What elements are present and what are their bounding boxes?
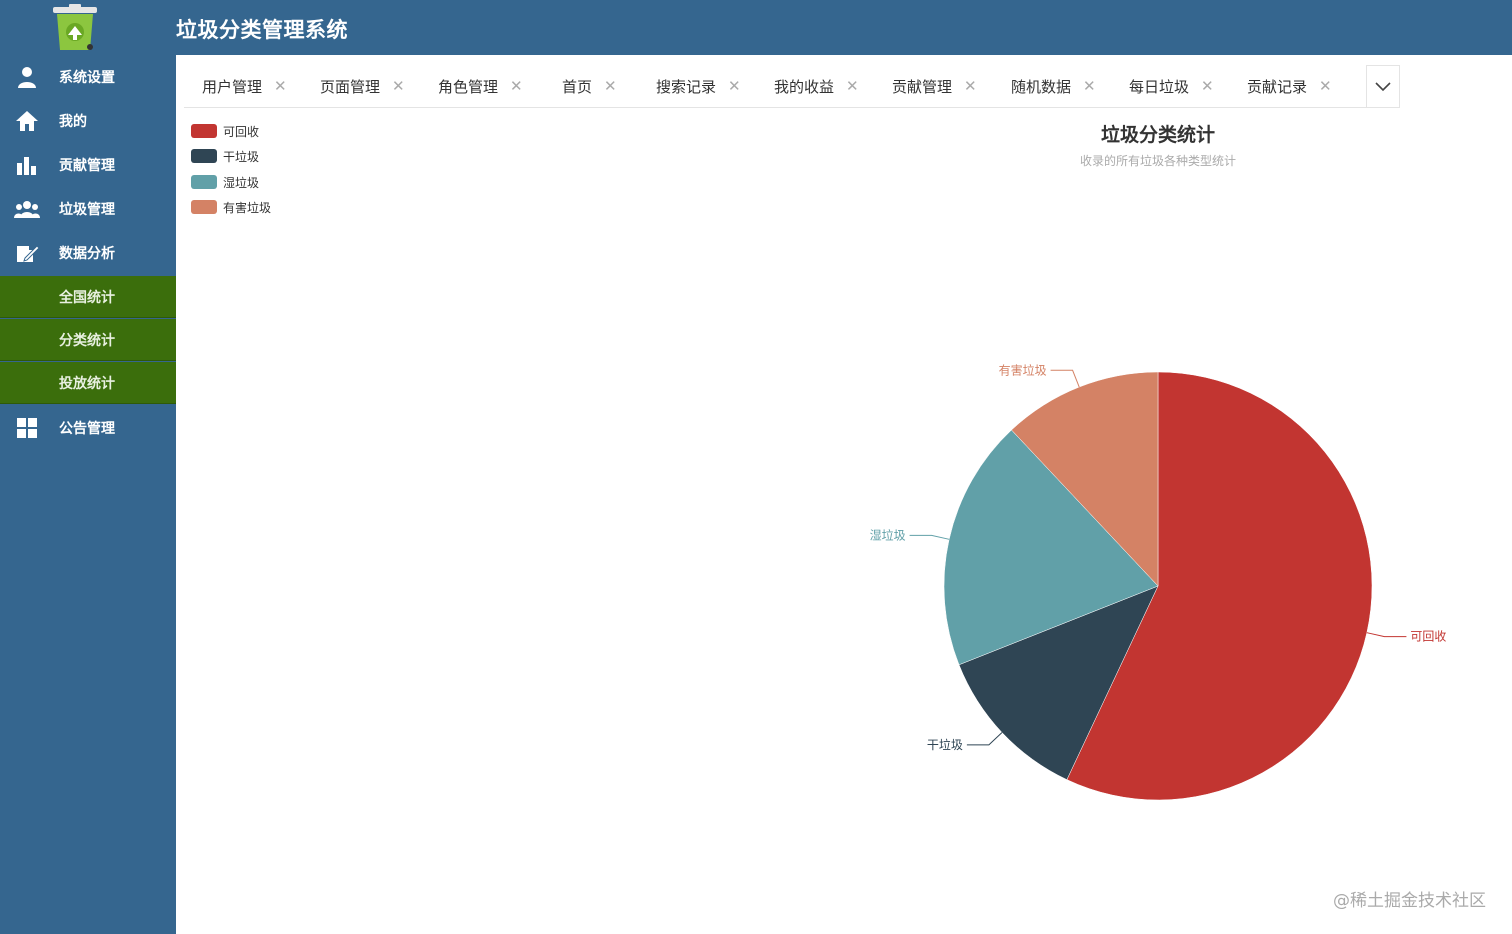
- user-icon: [14, 64, 40, 90]
- sidebar-subitem-category-stats[interactable]: 分类统计: [0, 319, 176, 361]
- pie-label-recyclable: 可回收: [1410, 630, 1446, 644]
- trash-can-logo-icon: [50, 4, 100, 52]
- tab-label: 搜索记录: [656, 77, 717, 96]
- chevron-down-icon: [1375, 77, 1391, 96]
- sidebar-item-system-settings[interactable]: 系统设置: [0, 55, 176, 99]
- tab-home[interactable]: 首页 ✕: [562, 64, 617, 108]
- pie-leader-line: [909, 534, 950, 540]
- pie-label-wet: 湿垃圾: [870, 527, 906, 542]
- grid-icon: [14, 415, 40, 441]
- pie-leader-line: [1366, 632, 1407, 638]
- close-icon[interactable]: ✕: [274, 77, 287, 95]
- tab-user-management[interactable]: 用户管理 ✕: [202, 64, 287, 108]
- close-icon[interactable]: ✕: [604, 77, 617, 95]
- home-icon: [14, 108, 40, 134]
- tab-bar: 用户管理 ✕ 页面管理 ✕ 角色管理 ✕ 首页 ✕ 搜索记录 ✕ 我的收益 ✕ …: [184, 64, 1400, 108]
- tab-label: 首页: [562, 77, 593, 96]
- tab-label: 贡献记录: [1247, 77, 1308, 96]
- bar-chart-icon: [14, 152, 40, 178]
- pie-chart: 可回收干垃圾 湿垃圾 有害垃圾: [870, 362, 1446, 801]
- tab-label: 贡献管理: [892, 77, 953, 96]
- tab-random-data[interactable]: 随机数据 ✕: [1011, 64, 1096, 108]
- tab-contribution-management[interactable]: 贡献管理 ✕: [892, 64, 977, 108]
- app-title: 垃圾分类管理系统: [176, 18, 348, 42]
- sidebar-item-contribution[interactable]: 贡献管理: [0, 143, 176, 187]
- sidebar-item-label: 数据分析: [59, 246, 115, 262]
- sidebar-subitem-national-stats[interactable]: 全国统计: [0, 276, 176, 318]
- sidebar-item-label: 公告管理: [59, 421, 115, 437]
- top-bar: 垃圾分类管理系统: [0, 0, 1512, 55]
- tab-label: 每日垃圾: [1129, 77, 1190, 96]
- edit-icon: [14, 240, 40, 266]
- pie-leader-line: [1050, 369, 1080, 388]
- tab-label: 用户管理: [202, 77, 263, 96]
- tab-label: 页面管理: [320, 77, 381, 96]
- pie-label-dry: 干垃圾: [927, 737, 963, 752]
- sidebar-item-mine[interactable]: 我的: [0, 99, 176, 143]
- close-icon[interactable]: ✕: [1201, 77, 1214, 95]
- group-icon: [14, 196, 40, 222]
- tab-search-records[interactable]: 搜索记录 ✕: [656, 64, 741, 108]
- sidebar-item-garbage[interactable]: 垃圾管理: [0, 187, 176, 231]
- chart-panel: 可回收 干垃圾 湿垃圾 有害垃圾 垃圾分类统计 收录的所有垃圾各种类型统计 可回…: [176, 108, 1512, 934]
- sidebar-item-data-analysis[interactable]: 数据分析: [0, 231, 176, 275]
- close-icon[interactable]: ✕: [510, 77, 523, 95]
- sidebar-item-label: 我的: [59, 114, 87, 130]
- pie-label-hazardous: 有害垃圾: [999, 362, 1047, 377]
- tab-page-management[interactable]: 页面管理 ✕: [320, 64, 405, 108]
- close-icon[interactable]: ✕: [846, 77, 859, 95]
- sidebar-item-label: 系统设置: [59, 70, 115, 86]
- tabs-more-button[interactable]: [1366, 65, 1400, 108]
- watermark: @稀土掘金技术社区: [1333, 891, 1486, 911]
- tab-label: 角色管理: [438, 77, 499, 96]
- tab-label: 我的收益: [774, 77, 835, 96]
- close-icon[interactable]: ✕: [392, 77, 405, 95]
- tab-label: 随机数据: [1011, 77, 1072, 96]
- close-icon[interactable]: ✕: [728, 77, 741, 95]
- close-icon[interactable]: ✕: [1083, 77, 1096, 95]
- tab-daily-garbage[interactable]: 每日垃圾 ✕: [1129, 64, 1214, 108]
- tab-role-management[interactable]: 角色管理 ✕: [438, 64, 523, 108]
- sidebar-subitem-disposal-stats[interactable]: 投放统计: [0, 362, 176, 404]
- sidebar: 系统设置 我的 贡献管理 垃圾管理 数据分析 全国统计 分类统计 投放统计 公告…: [0, 55, 176, 934]
- close-icon[interactable]: ✕: [964, 77, 977, 95]
- sidebar-item-announcements[interactable]: 公告管理: [0, 406, 176, 450]
- sidebar-item-label: 垃圾管理: [59, 202, 115, 218]
- pie-leader-line: [966, 732, 1003, 746]
- tab-my-earnings[interactable]: 我的收益 ✕: [774, 64, 859, 108]
- close-icon[interactable]: ✕: [1319, 77, 1332, 95]
- sidebar-item-label: 贡献管理: [59, 158, 115, 174]
- tab-contribution-records[interactable]: 贡献记录 ✕: [1247, 64, 1332, 108]
